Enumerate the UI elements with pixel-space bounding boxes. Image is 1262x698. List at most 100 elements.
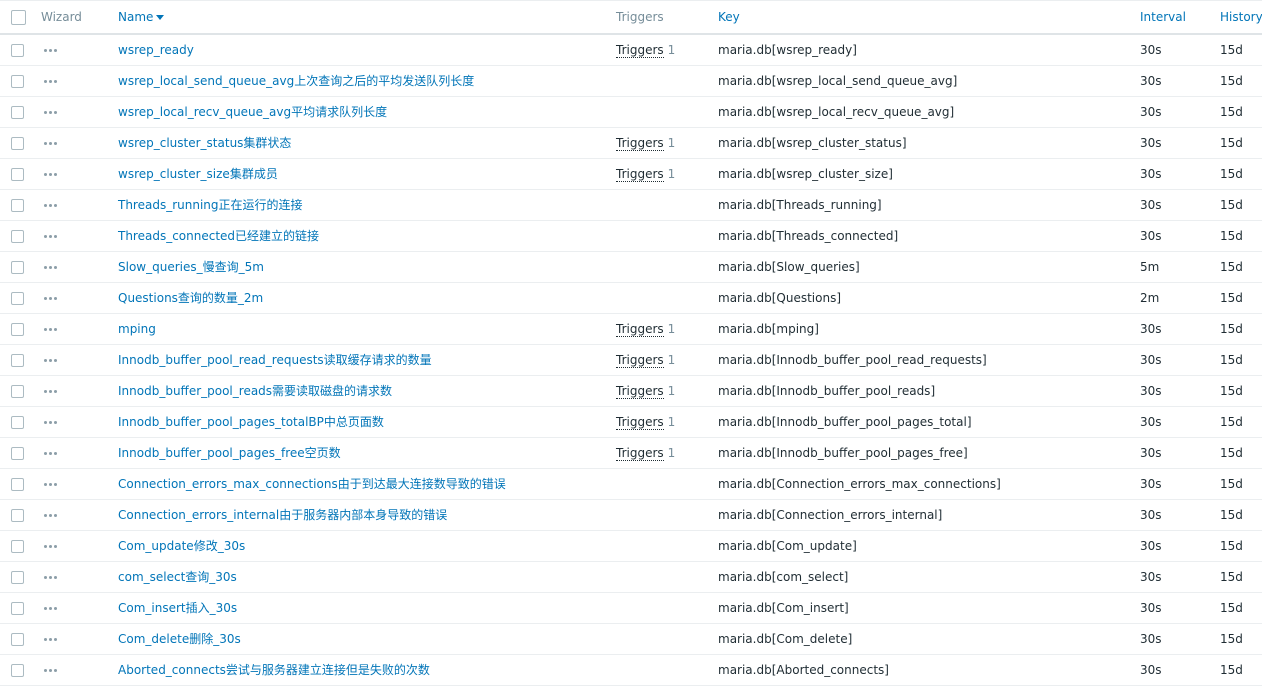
wizard-cell [32,34,109,66]
wizard-cell [32,406,109,438]
more-options-icon[interactable] [41,199,59,212]
more-options-icon[interactable] [41,75,59,88]
interval-cell: 30s [1131,96,1211,128]
row-checkbox[interactable] [11,167,24,181]
triggers-link[interactable]: Triggers [616,166,664,182]
name-header[interactable]: Name [109,1,607,35]
row-checkbox[interactable] [11,508,24,522]
triggers-link[interactable]: Triggers [616,445,664,461]
row-checkbox[interactable] [11,446,24,460]
row-checkbox[interactable] [11,663,24,677]
more-options-icon[interactable] [41,571,59,584]
item-name-link[interactable]: Connection_errors_max_connections由于到达最大连… [118,477,506,491]
item-name-link[interactable]: Com_delete删除_30s [118,632,241,646]
wizard-cell [32,623,109,655]
more-options-icon[interactable] [41,385,59,398]
wizard-cell [32,468,109,500]
row-checkbox[interactable] [11,229,24,243]
item-name-link[interactable]: Innodb_buffer_pool_read_requests读取缓存请求的数… [118,353,432,367]
row-checkbox[interactable] [11,43,24,57]
more-options-icon[interactable] [41,540,59,553]
item-name-link[interactable]: wsrep_cluster_status集群状态 [118,136,291,150]
row-checkbox[interactable] [11,353,24,367]
more-options-icon[interactable] [41,447,59,460]
row-checkbox[interactable] [11,260,24,274]
item-name-link[interactable]: Com_update修改_30s [118,539,245,553]
triggers-cell [607,654,709,686]
key-header[interactable]: Key [709,1,1131,35]
item-name-link[interactable]: wsrep_local_send_queue_avg上次查询之后的平均发送队列长… [118,74,474,88]
triggers-cell [607,561,709,593]
name-cell: wsrep_local_send_queue_avg上次查询之后的平均发送队列长… [109,65,607,97]
more-options-icon[interactable] [41,168,59,181]
more-options-icon[interactable] [41,137,59,150]
item-name-link[interactable]: Threads_running正在运行的连接 [118,198,303,212]
item-name-link[interactable]: wsrep_ready [118,43,194,57]
item-name-link[interactable]: Connection_errors_internal由于服务器内部本身导致的错误 [118,508,447,522]
select-all-checkbox[interactable] [11,9,26,25]
table-row: Innodb_buffer_pool_pages_free空页数 Triggers… [0,437,1262,469]
history-cell: 15d [1211,34,1262,66]
item-name-link[interactable]: Questions查询的数量_2m [118,291,263,305]
more-options-icon[interactable] [41,292,59,305]
row-checkbox-cell [0,65,32,97]
row-checkbox[interactable] [11,415,24,429]
item-name-link[interactable]: Innodb_buffer_pool_pages_totalBP中总页面数 [118,415,384,429]
triggers-cell: Triggers 1 [607,437,709,469]
triggers-link[interactable]: Triggers [616,135,664,151]
row-checkbox[interactable] [11,105,24,119]
triggers-cell: Triggers 1 [607,344,709,376]
more-options-icon[interactable] [41,44,59,57]
more-options-icon[interactable] [41,664,59,677]
key-cell: maria.db[Com_delete] [709,623,1131,655]
table-row: Innodb_buffer_pool_read_requests读取缓存请求的数… [0,344,1262,376]
row-checkbox-cell [0,158,32,190]
more-options-icon[interactable] [41,106,59,119]
triggers-link[interactable]: Triggers [616,383,664,399]
more-options-icon[interactable] [41,509,59,522]
item-name-link[interactable]: wsrep_cluster_size集群成员 [118,167,278,181]
table-row: Threads_connected已经建立的链接 maria.db[Threads… [0,220,1262,252]
row-checkbox[interactable] [11,384,24,398]
item-name-link[interactable]: wsrep_local_recv_queue_avg平均请求队列长度 [118,105,387,119]
row-checkbox[interactable] [11,136,24,150]
item-name-link[interactable]: Slow_queries_慢查询_5m [118,260,264,274]
more-options-icon[interactable] [41,261,59,274]
row-checkbox[interactable] [11,198,24,212]
row-checkbox[interactable] [11,601,24,615]
more-options-icon[interactable] [41,323,59,336]
history-header[interactable]: History [1211,1,1262,35]
row-checkbox[interactable] [11,570,24,584]
item-name-link[interactable]: Innodb_buffer_pool_reads需要读取磁盘的请求数 [118,384,392,398]
history-cell: 15d [1211,313,1262,345]
triggers-header: Triggers [607,1,709,35]
trigger-count: 1 [667,445,676,460]
item-name-link[interactable]: Aborted_connects尝试与服务器建立连接但是失败的次数 [118,663,430,677]
table-row: Questions查询的数量_2m maria.db[Questions] 2m 15… [0,282,1262,314]
more-options-icon[interactable] [41,230,59,243]
more-options-icon[interactable] [41,354,59,367]
name-header-label[interactable]: Name [118,10,153,24]
row-checkbox[interactable] [11,632,24,646]
item-name-link[interactable]: Com_insert插入_30s [118,601,237,615]
more-options-icon[interactable] [41,478,59,491]
item-name-link[interactable]: com_select查询_30s [118,570,237,584]
row-checkbox[interactable] [11,477,24,491]
row-checkbox[interactable] [11,74,24,88]
item-name-link[interactable]: Innodb_buffer_pool_pages_free空页数 [118,446,341,460]
interval-header[interactable]: Interval [1131,1,1211,35]
item-name-link[interactable]: mping [118,322,156,336]
table-header-row: Wizard Name Triggers Key Interval Histor… [0,1,1262,35]
row-checkbox[interactable] [11,539,24,553]
row-checkbox[interactable] [11,291,24,305]
more-options-icon[interactable] [41,633,59,646]
name-cell: Com_delete删除_30s [109,623,607,655]
triggers-link[interactable]: Triggers [616,414,664,430]
item-name-link[interactable]: Threads_connected已经建立的链接 [118,229,319,243]
more-options-icon[interactable] [41,602,59,615]
row-checkbox[interactable] [11,322,24,336]
more-options-icon[interactable] [41,416,59,429]
triggers-link[interactable]: Triggers [616,352,664,368]
triggers-link[interactable]: Triggers [616,321,664,337]
triggers-link[interactable]: Triggers [616,42,664,58]
